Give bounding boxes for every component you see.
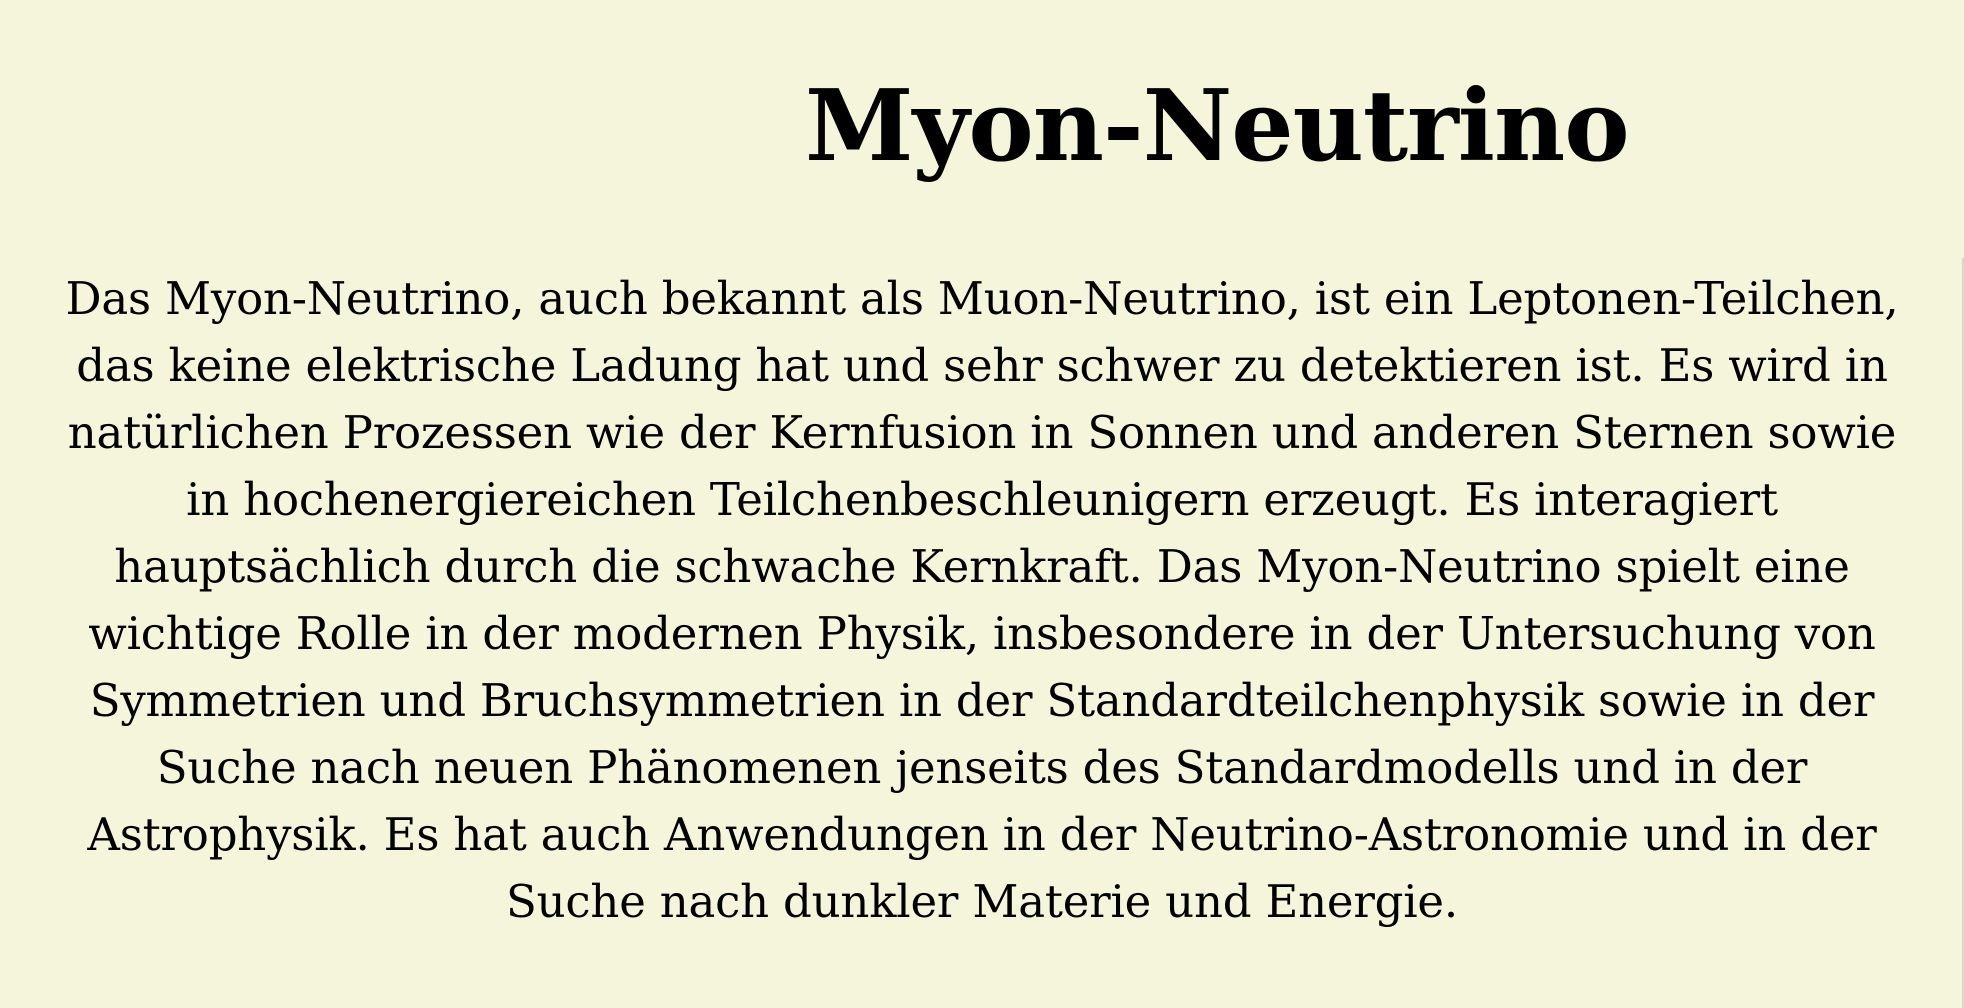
page-title: Myon-Neutrino: [805, 69, 1630, 184]
body-paragraph: Das Myon-Neutrino, auch bekannt als Muon…: [65, 272, 1899, 928]
